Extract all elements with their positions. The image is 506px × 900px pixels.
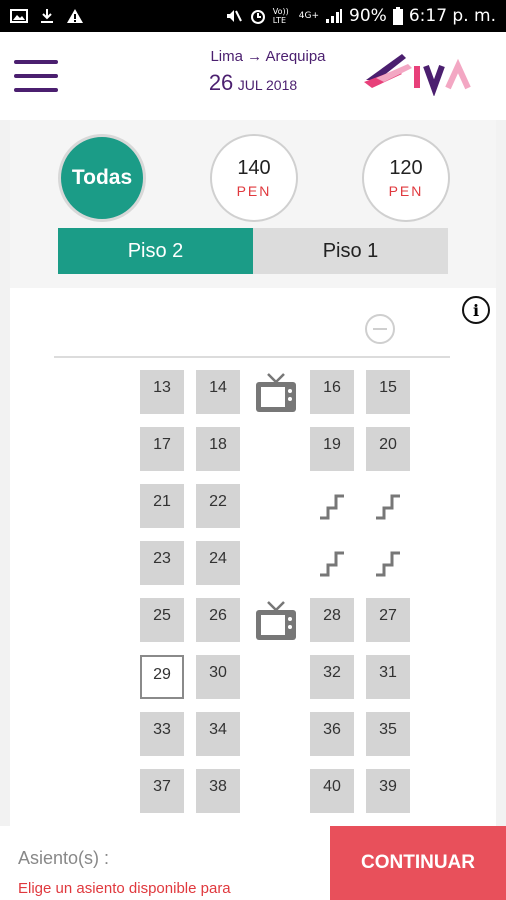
seat-23[interactable]: 23: [140, 541, 184, 585]
app-header: Lima → Arequipa 26 JUL 2018: [0, 32, 506, 120]
stairs-icon: [366, 484, 410, 528]
menu-line-icon: [14, 88, 58, 92]
seat-26[interactable]: 26: [196, 598, 240, 642]
price-value: 140: [237, 157, 271, 179]
stairs-icon: [310, 541, 354, 585]
mute-icon: [226, 10, 242, 22]
filter-all-button[interactable]: Todas: [58, 134, 146, 222]
seat-15[interactable]: 15: [366, 370, 410, 414]
seat-32[interactable]: 32: [310, 655, 354, 699]
warning-icon: [67, 9, 83, 23]
seat-30[interactable]: 30: [196, 655, 240, 699]
seat-34[interactable]: 34: [196, 712, 240, 756]
arrow-right-icon: →: [247, 48, 263, 65]
download-icon: [41, 9, 53, 23]
seat-16[interactable]: 16: [310, 370, 354, 414]
status-indicators: Vo)) LTE 4G+ 90% 6:17 p. m.: [225, 6, 496, 26]
tab-piso-2[interactable]: Piso 2: [58, 228, 253, 274]
seat-38[interactable]: 38: [196, 769, 240, 813]
seat-22[interactable]: 22: [196, 484, 240, 528]
seat-37[interactable]: 37: [140, 769, 184, 813]
volte-label: Vo)) LTE: [272, 7, 289, 25]
gallery-icon: [10, 9, 28, 23]
route: Lima → Arequipa: [188, 48, 348, 65]
seat-17[interactable]: 17: [140, 427, 184, 471]
price-value: 120: [389, 157, 423, 179]
seat-19[interactable]: 19: [310, 427, 354, 471]
alarm-icon: [250, 10, 265, 24]
bus-deck: i 13 14 16 15 17 18 19 20 21 22 23 24 25 26 28 27 29 30 32…: [10, 288, 496, 900]
info-icon[interactable]: i: [462, 296, 490, 324]
filter-all-label: Todas: [71, 166, 133, 189]
tab-piso-1[interactable]: Piso 1: [253, 228, 448, 274]
date-day: 26: [208, 70, 234, 95]
seat-25[interactable]: 25: [140, 598, 184, 642]
tv-icon: [254, 370, 298, 414]
battery-icon: [392, 7, 403, 25]
seat-20[interactable]: 20: [366, 427, 410, 471]
price-filters: Todas 140 PEN 120 PEN Piso 2 Piso 1: [10, 120, 496, 288]
selected-seats-label: Asiento(s) :: [18, 848, 110, 868]
seat-27[interactable]: 27: [366, 598, 410, 642]
civa-logo: [364, 54, 471, 96]
menu-line-icon: [14, 60, 58, 64]
travel-date: 26 JUL 2018: [188, 70, 318, 96]
seat-24[interactable]: 24: [196, 541, 240, 585]
steering-wheel-icon: [365, 314, 395, 344]
battery-percent: 90%: [349, 6, 387, 26]
deck-divider: [54, 356, 450, 358]
seat-31[interactable]: 31: [366, 655, 410, 699]
seat-13[interactable]: 13: [140, 370, 184, 414]
seat-36[interactable]: 36: [310, 712, 354, 756]
clock: 6:17 p. m.: [408, 6, 496, 26]
footer-bar: Asiento(s) : Elige un asiento disponible…: [0, 826, 506, 900]
stairs-icon: [366, 541, 410, 585]
status-bar: Vo)) LTE 4G+ 90% 6:17 p. m.: [0, 0, 506, 32]
filter-price-120-button[interactable]: 120 PEN: [362, 134, 450, 222]
price-currency: PEN: [236, 183, 272, 199]
status-notifications: [10, 8, 84, 24]
signal-icon: [326, 9, 343, 23]
seat-18[interactable]: 18: [196, 427, 240, 471]
tv-icon: [254, 598, 298, 642]
price-currency: PEN: [388, 183, 424, 199]
app-screen: Vo)) LTE 4G+ 90% 6:17 p. m. Lima → Arequ…: [0, 0, 506, 900]
seat-40[interactable]: 40: [310, 769, 354, 813]
floor-tabs: Piso 2 Piso 1: [58, 228, 448, 274]
hamburger-menu-button[interactable]: [14, 60, 60, 94]
menu-line-icon: [14, 74, 58, 78]
filter-price-140-button[interactable]: 140 PEN: [210, 134, 298, 222]
seat-39[interactable]: 39: [366, 769, 410, 813]
stairs-icon: [310, 484, 354, 528]
date-month-year: JUL 2018: [237, 77, 298, 93]
seat-33[interactable]: 33: [140, 712, 184, 756]
continue-button[interactable]: CONTINUAR: [330, 826, 506, 900]
seat-21[interactable]: 21: [140, 484, 184, 528]
route-origin: Lima: [210, 48, 243, 65]
seat-35[interactable]: 35: [366, 712, 410, 756]
seat-14[interactable]: 14: [196, 370, 240, 414]
seat-selection-card: Todas 140 PEN 120 PEN Piso 2 Piso 1 i 13…: [10, 120, 496, 900]
seat-29[interactable]: 29: [140, 655, 184, 699]
seat-hint: Elige un asiento disponible para: [18, 880, 231, 897]
route-destination: Arequipa: [265, 48, 326, 65]
seat-28[interactable]: 28: [310, 598, 354, 642]
network-label: 4G+: [298, 11, 320, 21]
